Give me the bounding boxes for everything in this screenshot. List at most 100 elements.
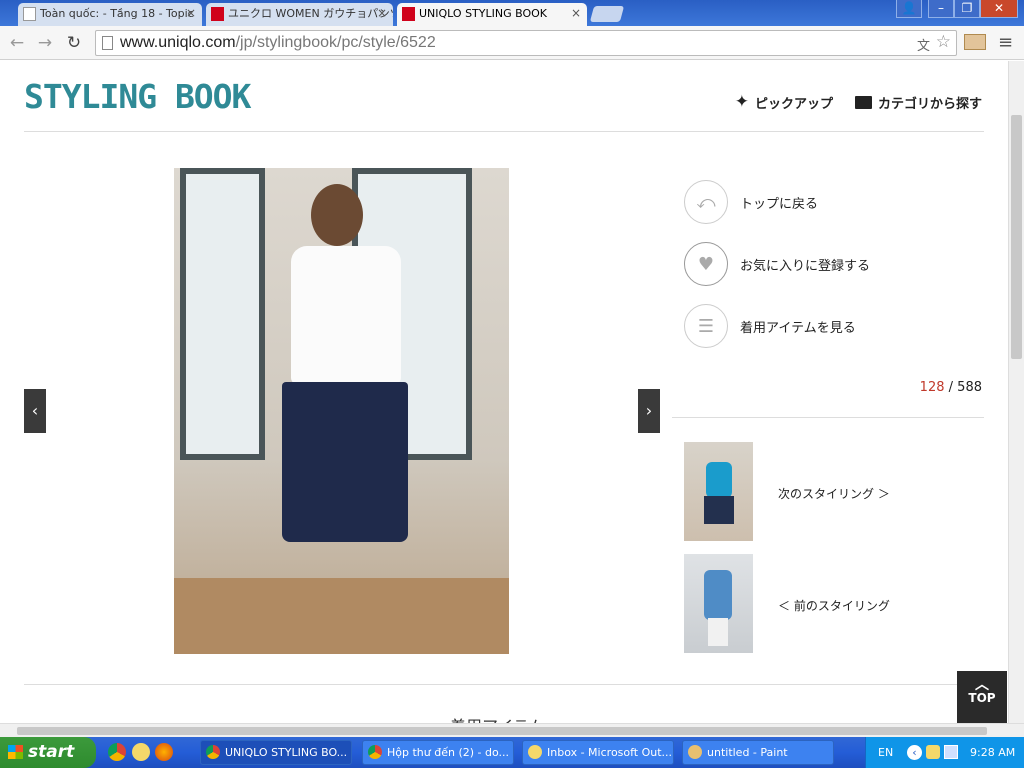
category-label: カテゴリから探す (877, 96, 982, 112)
scroll-thumb[interactable] (1011, 115, 1022, 359)
prev-styling-thumbnail[interactable] (684, 554, 753, 653)
network-icon[interactable] (944, 745, 958, 759)
forward-icon[interactable]: → (34, 33, 56, 53)
chrome-icon (206, 745, 220, 759)
taskbar-item-mail[interactable]: Hộp thư đến (2) - do... (362, 740, 514, 765)
thumb-figure (706, 462, 732, 498)
start-button[interactable]: start (0, 737, 96, 768)
chrome-icon[interactable] (108, 743, 126, 761)
profile-icon[interactable]: 👤 (896, 0, 922, 18)
view-items-action[interactable]: ☰ 着用アイテムを見る (684, 304, 856, 348)
counter-current: 128 (919, 380, 945, 395)
firefox-icon[interactable] (155, 743, 173, 761)
close-icon[interactable]: × (571, 3, 581, 24)
photo-model-top (291, 246, 401, 384)
outlook-icon (528, 745, 542, 759)
header-divider (24, 131, 984, 132)
tab-title: ユニクロ WOMEN ガウチョパンツ (228, 7, 393, 20)
back-to-top-label: トップに戻る (740, 196, 819, 212)
next-styling-thumbnail[interactable] (684, 442, 753, 541)
folder-icon (854, 95, 872, 109)
tab-styling-book[interactable]: UNIQLO STYLING BOOK × (397, 3, 587, 26)
counter-divider (672, 417, 984, 418)
reload-icon[interactable]: ↻ (63, 33, 85, 53)
url-text: www.uniqlo.com/jp/stylingbook/pc/style/6… (120, 34, 436, 52)
list-icon: ☰ (684, 304, 728, 348)
heart-icon: ♥ (684, 242, 728, 286)
start-label: start (28, 742, 75, 762)
site-logo[interactable]: STYLING BOOK (24, 77, 251, 116)
tab-topic[interactable]: Toàn quốc: - Tầng 18 - Topic × (18, 3, 202, 26)
menu-icon[interactable]: ≡ (998, 32, 1013, 53)
category-link[interactable]: カテゴリから探す (854, 92, 982, 112)
browser-toolbar: ← → ↻ www.uniqlo.com/jp/stylingbook/pc/s… (0, 26, 1024, 60)
sparkle-icon: ✦ (734, 92, 749, 112)
task-label: untitled - Paint (707, 746, 788, 759)
uniqlo-icon (211, 7, 224, 21)
taskbar-item-outlook[interactable]: Inbox - Microsoft Out... (522, 740, 674, 765)
photo-model-head (311, 184, 363, 246)
pickup-link[interactable]: ✦ ピックアップ (735, 92, 833, 112)
vertical-scrollbar[interactable] (1008, 61, 1024, 723)
maximize-button[interactable]: ❐ (954, 0, 980, 18)
page-icon (23, 7, 36, 21)
photo-window (180, 168, 265, 460)
tab-uniqlo-women[interactable]: ユニクロ WOMEN ガウチョパンツ × (206, 3, 393, 26)
outlook-tray-icon[interactable] (926, 745, 940, 759)
tab-title: UNIQLO STYLING BOOK (419, 7, 547, 20)
prev-styling-link[interactable]: ＜ 前のスタイリング (778, 597, 890, 614)
thumb-figure (704, 496, 734, 524)
back-arrow-icon: ⤺ (684, 180, 728, 224)
pickup-label: ピックアップ (754, 96, 833, 112)
close-window-button[interactable]: ✕ (980, 0, 1018, 18)
language-indicator[interactable]: EN (878, 746, 893, 759)
prev-arrow-button[interactable]: ‹ (24, 389, 46, 433)
task-label: Inbox - Microsoft Out... (547, 746, 673, 759)
paint-icon (688, 745, 702, 759)
browser-tabbar: Toàn quốc: - Tầng 18 - Topic × ユニクロ WOME… (0, 0, 1024, 26)
styling-photo (174, 168, 509, 654)
outlook-icon[interactable] (132, 743, 150, 761)
chevron-up-icon: ︿ (975, 677, 989, 693)
back-to-top-action[interactable]: ⤺ トップに戻る (684, 180, 818, 224)
back-icon[interactable]: ← (6, 33, 28, 53)
counter-separator: / (948, 380, 954, 395)
taskbar-item-paint[interactable]: untitled - Paint (682, 740, 834, 765)
close-icon[interactable]: × (186, 3, 196, 24)
style-counter: 128 / 588 (920, 380, 982, 395)
clock: 9:28 AM (970, 746, 1016, 759)
page-content: STYLING BOOK ✦ ピックアップ カテゴリから探す ‹ › ⤺ トップに… (0, 61, 1008, 723)
task-label: Hộp thư đến (2) - do... (387, 746, 510, 759)
section-divider (24, 684, 984, 685)
task-label: UNIQLO STYLING BO... (225, 746, 348, 759)
counter-total: 588 (957, 380, 982, 395)
worn-items-heading: 着用アイテム (450, 713, 544, 723)
system-tray: EN ‹ 9:28 AM (865, 737, 1024, 768)
uniqlo-icon (402, 7, 415, 21)
chevron-left-icon[interactable]: ‹ (907, 745, 922, 760)
photo-model-pants (282, 382, 408, 542)
new-tab-button[interactable] (589, 6, 625, 22)
top-nav: ✦ ピックアップ カテゴリから探す (735, 92, 982, 112)
page-icon (102, 36, 113, 50)
star-icon[interactable]: ☆ (936, 32, 951, 52)
top-button-label: TOP (968, 691, 996, 705)
thumb-figure (708, 618, 728, 646)
horizontal-scrollbar[interactable] (0, 723, 1024, 737)
next-styling-link[interactable]: 次のスタイリング ＞ (778, 485, 890, 502)
close-icon[interactable]: × (377, 3, 387, 24)
favorite-label: お気に入りに登録する (740, 258, 871, 274)
tab-title: Toàn quốc: - Tầng 18 - Topic (40, 7, 194, 20)
scroll-thumb[interactable] (17, 727, 987, 735)
taskbar: start UNIQLO STYLING BO... Hộp thư đến (… (0, 737, 1024, 768)
windows-logo-icon (8, 745, 23, 759)
photo-floor (174, 578, 509, 654)
next-arrow-button[interactable]: › (638, 389, 660, 433)
address-bar[interactable]: www.uniqlo.com/jp/stylingbook/pc/style/6… (95, 30, 957, 56)
taskbar-item-uniqlo[interactable]: UNIQLO STYLING BO... (200, 740, 352, 765)
back-to-top-button[interactable]: ︿ TOP (957, 671, 1007, 723)
translate-icon[interactable]: 文 (917, 35, 930, 54)
favorite-action[interactable]: ♥ お気に入りに登録する (684, 242, 870, 286)
minimize-button[interactable]: – (928, 0, 954, 18)
extension-icon[interactable] (964, 34, 986, 50)
